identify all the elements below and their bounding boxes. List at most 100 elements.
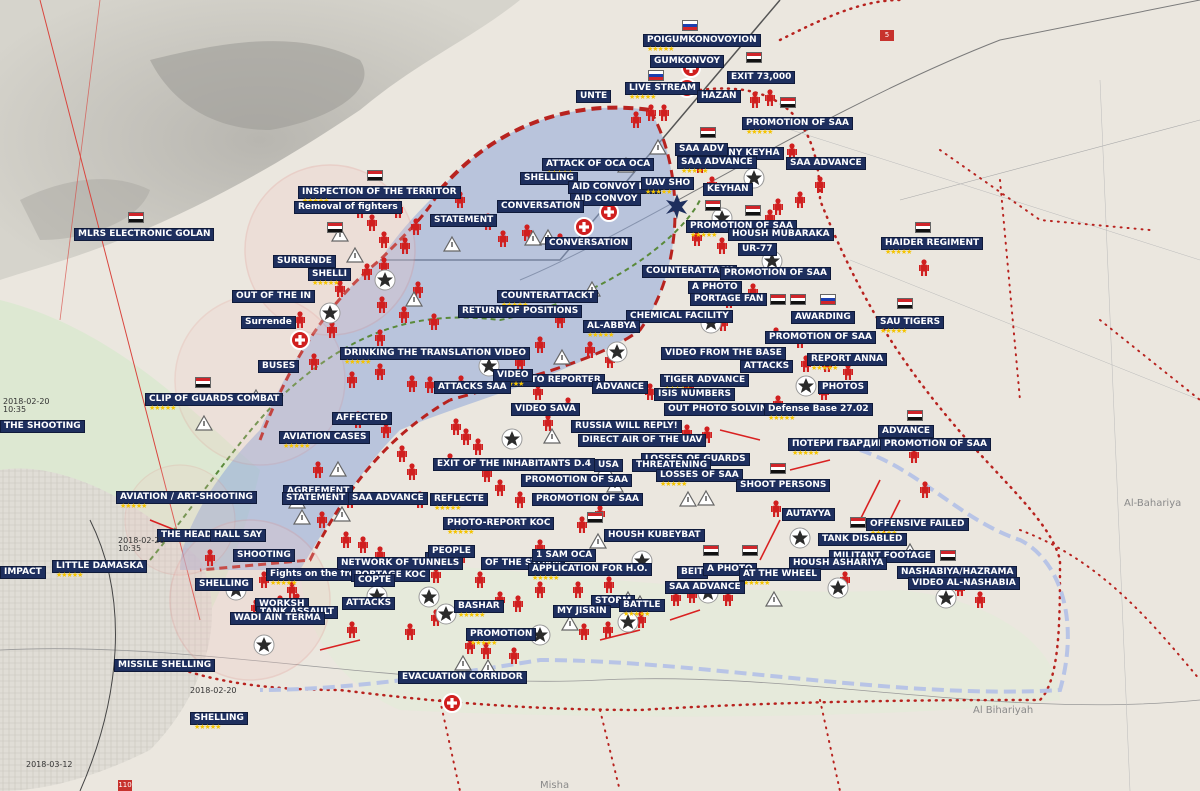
rating-stars-icon: ★★★★★ bbox=[470, 639, 497, 647]
eastern-ghouta-map[interactable]: POIGUMKONOVOYION ★★★★★ GUMKONVOY EXIT 73,00… bbox=[0, 0, 1200, 791]
flag-syria-icon bbox=[897, 298, 913, 309]
flag-russia-icon bbox=[648, 70, 664, 81]
rating-stars-icon: ★★★★★ bbox=[344, 358, 371, 366]
event-label[interactable]: SAA ADVANCE bbox=[665, 581, 745, 594]
event-label[interactable]: ATTACKS bbox=[342, 597, 396, 610]
flag-syria-icon bbox=[705, 200, 721, 211]
event-label[interactable]: ISIS NUMBERS bbox=[654, 388, 736, 401]
red-cross-icon bbox=[574, 217, 594, 237]
flag-syria-icon bbox=[780, 97, 796, 108]
rating-stars-icon: ★★★★★ bbox=[283, 442, 310, 450]
event-label[interactable]: ATTACKS SAA bbox=[434, 381, 511, 394]
event-label[interactable]: SAA ADVANCE bbox=[348, 492, 428, 505]
event-label[interactable]: MY JISRIN bbox=[553, 605, 611, 618]
flag-russia-icon bbox=[820, 294, 836, 305]
event-label[interactable]: SHELLING bbox=[195, 578, 253, 591]
event-label[interactable]: GUMKONVOY bbox=[650, 55, 725, 68]
event-label[interactable]: PROMOTION OF SAA bbox=[880, 438, 991, 451]
event-label[interactable]: CONVERSATION bbox=[497, 200, 585, 213]
flag-syria-icon bbox=[327, 222, 343, 233]
event-label[interactable]: PROMOTION OF SAA bbox=[532, 493, 643, 506]
event-label[interactable]: RUSSIA WILL REPLY! bbox=[571, 420, 682, 433]
event-label[interactable]: TANK DISABLED bbox=[818, 533, 907, 546]
radius-circle-4 bbox=[124, 464, 236, 576]
event-label[interactable]: PHOTOS bbox=[818, 381, 869, 394]
event-label[interactable]: DIRECT AIR OF THE UAV bbox=[578, 434, 707, 447]
event-label[interactable]: STATEMENT bbox=[430, 214, 498, 227]
event-label[interactable]: PORTAGE FAN bbox=[690, 293, 768, 306]
battle-star-icon bbox=[253, 634, 275, 656]
rating-stars-icon: ★★★★★ bbox=[647, 45, 674, 53]
event-label[interactable]: AWARDING bbox=[791, 311, 855, 324]
event-label[interactable]: PROMOTION OF SAA bbox=[521, 474, 632, 487]
event-label[interactable]: Surrende bbox=[241, 316, 296, 329]
event-label[interactable]: ATTACKS bbox=[740, 360, 794, 373]
rating-stars-icon: ★★★★★ bbox=[645, 188, 672, 196]
battle-star-icon bbox=[827, 577, 849, 599]
event-label[interactable]: SURRENDE bbox=[273, 255, 336, 268]
event-label[interactable]: SHOOTING bbox=[233, 549, 295, 562]
event-label[interactable]: 1 SAM OCA bbox=[532, 549, 597, 562]
event-label[interactable]: VIDEO FROM THE BASE bbox=[661, 347, 786, 360]
event-label[interactable]: SAA ADVANCE bbox=[786, 157, 866, 170]
event-label[interactable]: VIDEO AL-NASHABIA bbox=[908, 577, 1020, 590]
event-label[interactable]: PROMOTION OF SAA bbox=[720, 267, 831, 280]
flag-syria-icon bbox=[790, 294, 806, 305]
flag-russia-icon bbox=[682, 20, 698, 31]
event-label[interactable]: ADVANCE bbox=[592, 381, 649, 394]
rating-stars-icon: ★★★★★ bbox=[434, 504, 461, 512]
event-label[interactable]: USA bbox=[594, 459, 623, 472]
event-label[interactable]: EXIT 73,000 bbox=[727, 71, 796, 84]
event-label[interactable]: THE SHOOTING bbox=[0, 420, 85, 433]
event-label[interactable]: COPTE bbox=[354, 574, 396, 587]
flag-syria-icon bbox=[587, 512, 603, 523]
event-label[interactable]: ADVANCE bbox=[878, 425, 935, 438]
event-label[interactable]: SHOOT PERSONS bbox=[736, 479, 831, 492]
rating-stars-icon: ★★★★★ bbox=[629, 93, 656, 101]
battle-star-icon bbox=[418, 586, 440, 608]
event-label[interactable]: EXIT OF THE INHABITANTS D.4 bbox=[433, 458, 596, 471]
event-label[interactable]: AFFECTED bbox=[332, 412, 392, 425]
rating-stars-icon: ★★★★★ bbox=[792, 449, 819, 457]
event-label[interactable]: CHEMICAL FACILITY bbox=[626, 310, 733, 323]
event-label[interactable]: MLRS ELECTRONIC GOLAN bbox=[74, 228, 215, 241]
battle-star-icon bbox=[935, 587, 957, 609]
event-label[interactable]: HOUSH KUBEYBAT bbox=[604, 529, 705, 542]
rating-stars-icon: ★★★★★ bbox=[885, 248, 912, 256]
flag-syria-icon bbox=[128, 212, 144, 223]
rating-stars-icon: ★★★★★ bbox=[690, 231, 717, 239]
event-label[interactable]: KEYHAN bbox=[703, 183, 753, 196]
town-name: Al Bihariyah bbox=[973, 705, 1034, 716]
event-label[interactable]: VIDEO SAVA bbox=[511, 403, 580, 416]
flag-syria-icon bbox=[915, 222, 931, 233]
battle-star-icon bbox=[501, 428, 523, 450]
event-label[interactable]: BUSES bbox=[258, 360, 300, 373]
timestamp-text: 10:35 bbox=[3, 405, 27, 414]
event-label[interactable]: AUTAYYA bbox=[782, 508, 835, 521]
rating-stars-icon: ★★★★★ bbox=[312, 279, 339, 287]
event-label[interactable]: WADI AIN TERMA bbox=[230, 612, 325, 625]
event-label[interactable]: STATEMENT bbox=[282, 492, 350, 505]
rating-stars-icon: ★★★★★ bbox=[194, 723, 221, 731]
event-label[interactable]: OUT PHOTO SOLVING bbox=[664, 403, 779, 416]
event-label[interactable]: SAA ADV bbox=[675, 143, 728, 156]
event-label[interactable]: IMPACT bbox=[0, 566, 46, 579]
event-label[interactable]: CONVERSATION bbox=[545, 237, 633, 250]
flag-syria-icon bbox=[770, 463, 786, 474]
battle-star-icon bbox=[435, 603, 457, 625]
rating-stars-icon: ★★★★★ bbox=[811, 364, 838, 372]
event-label[interactable]: HOUSH MUBARAKA bbox=[728, 228, 834, 241]
event-label[interactable]: HALL SAY bbox=[210, 529, 267, 542]
event-label[interactable]: HAZAN bbox=[697, 90, 741, 103]
event-label[interactable]: RETURN OF POSITIONS bbox=[458, 305, 583, 318]
timestamp-text: 2018-03-12 bbox=[26, 760, 73, 769]
event-label[interactable]: Removal of fighters bbox=[294, 201, 402, 214]
battle-star-icon bbox=[319, 302, 341, 324]
rating-stars-icon: ★★★★★ bbox=[768, 414, 795, 422]
event-label[interactable]: MISSILE SHELLING bbox=[114, 659, 216, 672]
event-label[interactable]: PROMOTION OF SAA bbox=[765, 331, 876, 344]
event-label[interactable]: EVACUATION CORRIDOR bbox=[398, 671, 527, 684]
event-label[interactable]: OUT OF THE IN bbox=[232, 290, 315, 303]
event-label[interactable]: UR-77 bbox=[738, 243, 777, 256]
event-label[interactable]: UNTE bbox=[576, 90, 612, 103]
